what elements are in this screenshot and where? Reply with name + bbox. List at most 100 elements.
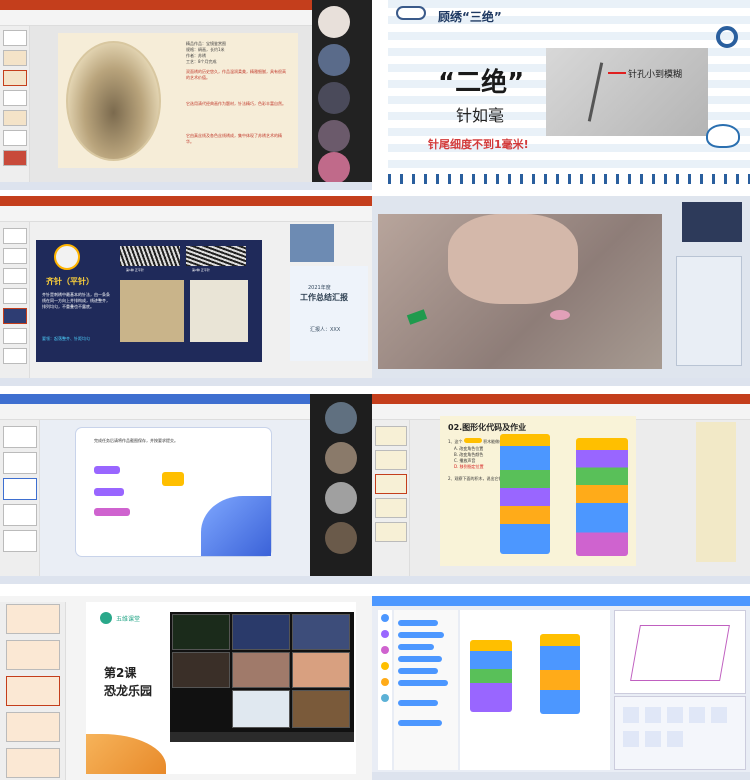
scratch-block[interactable] — [398, 656, 442, 662]
taskbar[interactable] — [372, 772, 750, 780]
video-grid — [170, 612, 354, 732]
taskbar[interactable] — [0, 576, 372, 584]
scratch-script[interactable] — [540, 634, 580, 714]
slide-thumb[interactable] — [3, 50, 27, 66]
slide-thumb[interactable] — [6, 676, 60, 706]
slide-thumbnails[interactable] — [0, 602, 66, 780]
meeting-toolbar[interactable] — [170, 732, 354, 742]
block-categories[interactable] — [378, 610, 392, 770]
participant-video[interactable] — [232, 652, 290, 688]
taskbar[interactable] — [0, 378, 372, 386]
script-area[interactable] — [460, 610, 610, 770]
taskbar[interactable] — [372, 378, 750, 386]
taskbar[interactable] — [372, 576, 750, 584]
whale-icon — [706, 124, 740, 148]
slide-thumb[interactable] — [3, 288, 27, 304]
highlight-text: 要领：起落整齐、针距均匀 — [42, 336, 90, 341]
scratch-block — [162, 472, 184, 486]
avatar[interactable] — [325, 482, 357, 514]
sprite-thumb[interactable] — [667, 707, 683, 723]
decor-wave — [201, 496, 271, 556]
video-tile[interactable] — [696, 422, 736, 562]
block-palette[interactable] — [394, 610, 458, 770]
menu-bar[interactable] — [372, 596, 750, 606]
spiral-icon — [716, 26, 738, 48]
slide-canvas: 精品作品：宝镜鉴赏图 规格：绢画，长约1米 作者：苏绣 工艺：8个月完成 双面绣… — [58, 33, 298, 168]
participant-video[interactable] — [292, 690, 350, 728]
slide-thumb[interactable] — [3, 110, 27, 126]
sprite-thumb[interactable] — [667, 731, 683, 747]
self-view[interactable] — [682, 202, 742, 242]
scratch-block[interactable] — [398, 620, 438, 626]
scratch-script[interactable] — [470, 640, 512, 712]
avatar[interactable] — [318, 120, 350, 152]
slide-thumb[interactable] — [3, 90, 27, 106]
slide-thumbnails[interactable] — [0, 420, 40, 576]
sprite-thumb[interactable] — [623, 707, 639, 723]
title-bar — [0, 196, 372, 206]
slide-thumb[interactable] — [6, 640, 60, 670]
participant-video[interactable] — [172, 652, 230, 688]
scratch-block[interactable] — [398, 632, 444, 638]
sprite-thumb[interactable] — [645, 707, 661, 723]
slide-thumb[interactable] — [6, 748, 60, 778]
slide-thumb[interactable] — [3, 308, 27, 324]
slide-thumb[interactable] — [3, 328, 27, 344]
slide-thumb[interactable] — [3, 348, 27, 364]
sprite-thumb[interactable] — [689, 707, 705, 723]
participant-video[interactable] — [292, 614, 350, 650]
avatar[interactable] — [318, 82, 350, 114]
needle — [587, 62, 604, 122]
avatar[interactable] — [318, 152, 350, 184]
sprite-thumb[interactable] — [645, 731, 661, 747]
participant-video[interactable] — [172, 614, 230, 650]
avatar[interactable] — [325, 442, 357, 474]
slide-thumb[interactable] — [3, 268, 27, 284]
slide-thumb[interactable] — [375, 450, 407, 470]
avatar[interactable] — [318, 6, 350, 38]
slide-thumb[interactable] — [3, 228, 27, 244]
participant-video[interactable] — [232, 614, 290, 650]
stage[interactable] — [614, 610, 746, 694]
slide-thumb[interactable] — [375, 426, 407, 446]
slide-thumb[interactable] — [3, 452, 37, 474]
slide-thumb[interactable] — [375, 498, 407, 518]
slide-thumbnails[interactable] — [0, 222, 30, 378]
slide-thumb[interactable] — [3, 150, 27, 166]
slide-thumb[interactable] — [3, 130, 27, 146]
scratch-block[interactable] — [398, 644, 434, 650]
sprite-thumb[interactable] — [623, 731, 639, 747]
avatar[interactable] — [325, 522, 357, 554]
taskbar[interactable] — [0, 182, 372, 190]
sprite-pane[interactable] — [614, 696, 746, 770]
scratch-block[interactable] — [398, 668, 438, 674]
slide-thumb[interactable] — [3, 426, 37, 448]
slide-thumb[interactable] — [3, 530, 37, 552]
panel-stitch-slide: 齐针（平针） 齐针是刺绣中最基本的针法，由一条条线在同一方向上并排构成，线迹整齐… — [0, 196, 372, 386]
slide-thumb[interactable] — [375, 522, 407, 542]
avatar[interactable] — [318, 44, 350, 76]
sprite-thumb[interactable] — [711, 707, 727, 723]
slide-thumb[interactable] — [3, 70, 27, 86]
slide-thumb[interactable] — [3, 478, 37, 500]
scratch-block[interactable] — [398, 720, 442, 726]
slide-thumb[interactable] — [3, 30, 27, 46]
scratch-block — [94, 466, 120, 474]
slide-thumbnails[interactable] — [372, 420, 410, 576]
brand: 五维课堂 — [116, 616, 141, 623]
slide-thumb[interactable] — [3, 248, 27, 264]
slide-thumb[interactable] — [3, 504, 37, 526]
scratch-block[interactable] — [398, 700, 438, 706]
green-leaf — [406, 309, 428, 325]
participant-video[interactable] — [232, 690, 290, 728]
slide-thumb[interactable] — [375, 474, 407, 494]
scratch-block[interactable] — [398, 680, 448, 686]
ribbon[interactable] — [0, 206, 372, 222]
participant-video[interactable] — [292, 652, 350, 688]
slide-thumb[interactable] — [6, 604, 60, 634]
slide-thumb[interactable] — [6, 712, 60, 742]
video-tile[interactable] — [290, 224, 334, 262]
avatar[interactable] — [325, 402, 357, 434]
slide-thumbnails[interactable] — [0, 26, 30, 182]
body-line: 工艺：8个月完成 — [186, 59, 217, 64]
